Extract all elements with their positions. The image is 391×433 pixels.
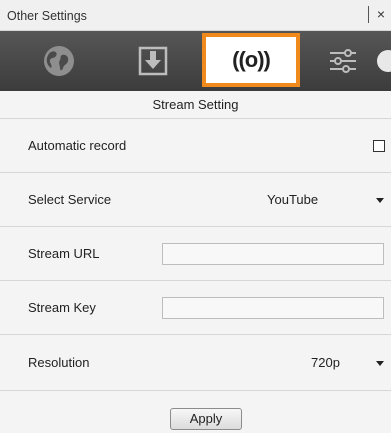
select-service-dropdown[interactable]: YouTube xyxy=(267,173,318,226)
title-bar: Other Settings × xyxy=(0,0,391,31)
download-icon xyxy=(137,45,169,77)
window-title: Other Settings xyxy=(7,9,87,23)
resolution-row: Resolution 720p xyxy=(0,335,391,391)
resolution-label: Resolution xyxy=(28,355,90,370)
close-button[interactable]: × xyxy=(373,5,389,23)
stream-key-input[interactable] xyxy=(162,297,384,319)
tab-globe[interactable] xyxy=(24,31,94,91)
globe-icon xyxy=(42,44,76,78)
broadcast-icon: ((o)) xyxy=(232,47,271,72)
settings-toolbar: ((o)) xyxy=(0,31,391,91)
automatic-record-row: Automatic record xyxy=(0,119,391,173)
automatic-record-checkbox[interactable] xyxy=(373,140,385,152)
tab-download[interactable] xyxy=(114,31,192,91)
automatic-record-label: Automatic record xyxy=(28,138,127,153)
chevron-down-icon[interactable] xyxy=(376,198,384,203)
apply-button[interactable]: Apply xyxy=(170,408,242,430)
chevron-down-icon[interactable] xyxy=(376,361,384,366)
stream-url-label: Stream URL xyxy=(28,246,100,261)
stream-url-input[interactable] xyxy=(162,243,384,265)
resolution-dropdown[interactable]: 720p xyxy=(311,335,340,390)
section-title: Stream Setting xyxy=(0,91,391,119)
title-separator xyxy=(368,6,369,23)
tab-adjustments[interactable] xyxy=(318,31,391,91)
select-service-label: Select Service xyxy=(28,192,112,207)
stream-key-row: Stream Key xyxy=(0,281,391,335)
select-service-row: Select Service YouTube xyxy=(0,173,391,227)
stream-key-label: Stream Key xyxy=(28,300,96,315)
tab-stream[interactable]: ((o)) xyxy=(202,33,300,87)
stream-url-row: Stream URL xyxy=(0,227,391,281)
sliders-icon xyxy=(318,44,391,78)
